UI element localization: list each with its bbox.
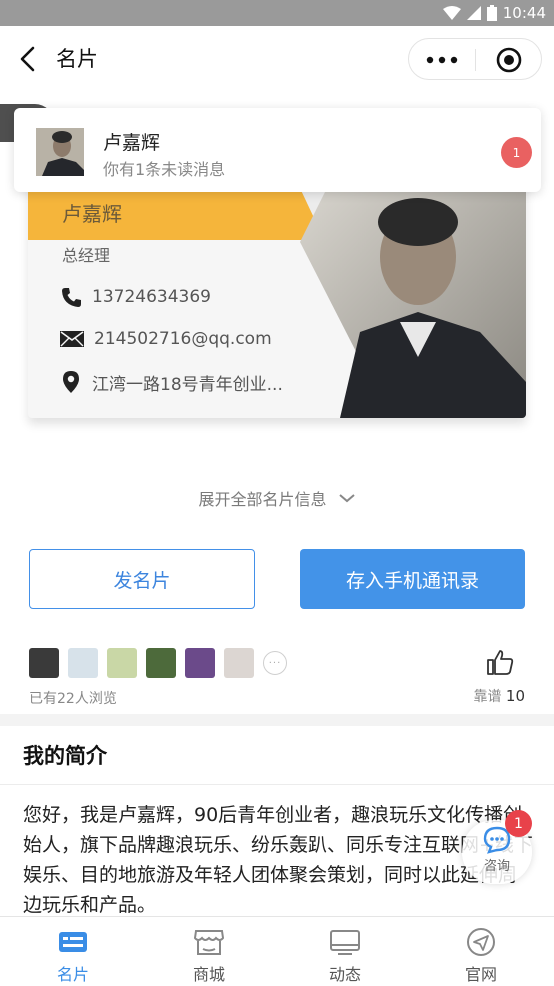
location-pin-icon <box>63 371 79 393</box>
tab-label: 商城 <box>192 965 225 984</box>
mini-program-capsule <box>408 38 542 80</box>
monitor-icon <box>330 930 360 955</box>
store-icon <box>193 930 225 955</box>
visitor-avatars: ··· <box>29 648 287 678</box>
message-notification[interactable]: 卢嘉辉 你有1条未读消息 1 <box>14 108 541 192</box>
like-label: 靠谱 <box>473 689 502 705</box>
notification-avatar <box>36 128 84 176</box>
intro-divider <box>0 784 554 785</box>
like-number: 10 <box>505 687 525 705</box>
battery-icon <box>486 5 497 21</box>
notification-message: 你有1条未读消息 <box>103 160 226 179</box>
visitor-avatar[interactable] <box>185 648 215 678</box>
visitor-avatar[interactable] <box>146 648 176 678</box>
card-address: 江湾一路18号青年创业... <box>92 374 283 395</box>
signal-icon <box>466 6 481 20</box>
notification-sender: 卢嘉辉 <box>103 132 161 154</box>
card-email-row[interactable]: 214502716@qq.com <box>60 327 272 351</box>
close-target-icon[interactable] <box>476 39 542 81</box>
tab-website[interactable]: 官网 <box>412 917 550 986</box>
tab-label: 动态 <box>328 965 361 984</box>
card-address-row[interactable]: 江湾一路18号青年创业... <box>60 370 283 395</box>
consult-badge: 1 <box>505 810 532 837</box>
mail-icon <box>60 331 84 347</box>
card-job-title: 总经理 <box>62 246 111 265</box>
more-icon[interactable] <box>409 39 475 81</box>
thumbs-up-icon[interactable] <box>486 648 514 676</box>
nav-bar: 名片 <box>0 26 554 92</box>
visitor-avatar[interactable] <box>224 648 254 678</box>
tab-store[interactable]: 商城 <box>140 917 278 986</box>
expand-label: 展开全部名片信息 <box>198 490 327 509</box>
visit-count: 已有22人浏览 <box>29 691 117 707</box>
chevron-down-icon <box>338 494 355 503</box>
more-visitors-icon[interactable]: ··· <box>263 651 287 675</box>
card-phone: 13724634369 <box>92 287 211 307</box>
back-icon[interactable] <box>16 46 40 72</box>
status-time: 10:44 <box>502 4 546 22</box>
visitor-avatar[interactable] <box>29 648 59 678</box>
tab-label: 官网 <box>464 965 497 984</box>
like-count: 靠谱 10 <box>473 686 525 706</box>
section-gap <box>0 714 554 726</box>
card-portrait-photo <box>300 182 526 418</box>
status-bar: 10:44 <box>0 0 554 26</box>
visitor-avatar[interactable] <box>68 648 98 678</box>
status-icons: 10:44 <box>442 3 546 23</box>
tab-label: 名片 <box>56 965 89 984</box>
card-email: 214502716@qq.com <box>94 329 272 349</box>
wifi-icon <box>442 6 461 20</box>
card-name: 卢嘉辉 <box>62 202 122 226</box>
send-card-button[interactable]: 发名片 <box>29 549 255 609</box>
notification-badge: 1 <box>501 137 532 168</box>
expand-card-info-link[interactable]: 展开全部名片信息 <box>0 486 554 512</box>
intro-text: 您好，我是卢嘉辉，90后青年创业者，趣浪玩乐文化传播创始人，旗下品牌趣浪玩乐、纷… <box>23 804 533 916</box>
phone-icon <box>62 288 81 307</box>
bottom-tab-bar: 名片 商城 动态 官网 <box>0 916 554 986</box>
card-icon <box>59 932 87 952</box>
tab-card[interactable]: 名片 <box>4 917 142 986</box>
consult-label: 咨询 <box>483 859 510 874</box>
send-icon <box>467 928 495 956</box>
visitor-avatar[interactable] <box>107 648 137 678</box>
card-phone-row[interactable]: 13724634369 <box>60 285 211 309</box>
tab-moments[interactable]: 动态 <box>276 917 414 986</box>
page-title: 名片 <box>56 47 98 71</box>
intro-title: 我的简介 <box>23 744 107 768</box>
save-contact-button[interactable]: 存入手机通讯录 <box>300 549 525 609</box>
